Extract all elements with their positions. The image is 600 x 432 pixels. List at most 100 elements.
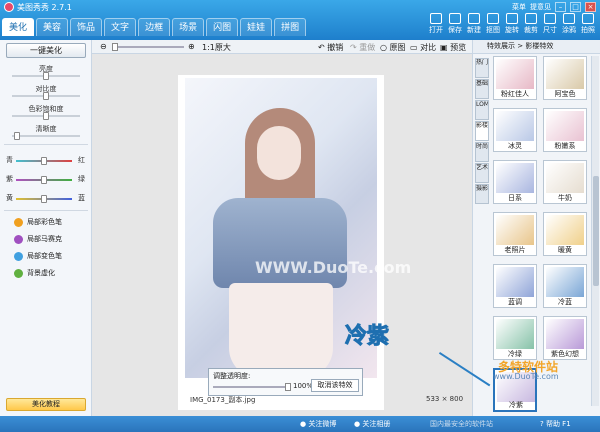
tab-5[interactable]: 场景 <box>172 18 205 36</box>
local-mosaic-button[interactable]: 局部马赛克 <box>14 234 62 244</box>
top-toolbar: 打开 保存 新建 抠图 旋转 裁剪 尺寸 涂鸦 拍照 <box>428 13 596 35</box>
scrollbar-thumb[interactable] <box>593 176 599 286</box>
effect-label: 老照片 <box>504 246 526 254</box>
effect-thumb-3[interactable]: 粉嫩系 <box>543 108 587 152</box>
toolbar-cutout-button[interactable]: 抠图 <box>485 13 501 35</box>
sharpness-slider[interactable] <box>12 132 80 140</box>
effect-thumb-5[interactable]: 牛奶 <box>543 160 587 204</box>
weibo-link[interactable]: ● 关注微博 <box>300 419 336 429</box>
crop-icon <box>525 13 537 24</box>
effect-preview <box>546 215 584 245</box>
effect-thumb-9[interactable]: 冷蓝 <box>543 264 587 308</box>
divider <box>4 210 88 211</box>
brush-label: 局部变色笔 <box>27 252 62 260</box>
cancel-effect-button[interactable]: 取消该特效 <box>311 379 359 392</box>
tab-3[interactable]: 文字 <box>104 18 137 36</box>
toolbar-camera-button[interactable]: 拍照 <box>580 13 596 35</box>
effects-scrollbar[interactable] <box>591 56 599 406</box>
maximize-icon[interactable]: □ <box>570 2 581 12</box>
opacity-label: 调整透明度: <box>213 372 251 380</box>
title-bar: 美图秀秀 2.7.1 菜单 提意见 – □ × 美化 美容 饰品 文字 边框 场景 闪图 娃娃… <box>0 0 600 40</box>
effect-thumb-10[interactable]: 冷绿 <box>493 316 537 360</box>
doodle-icon <box>563 13 575 24</box>
slider-knob[interactable] <box>285 383 291 391</box>
album-link[interactable]: ● 关注相册 <box>354 419 390 429</box>
opacity-value: 100% <box>293 382 314 390</box>
local-color-brush-button[interactable]: 局部彩色笔 <box>14 217 62 227</box>
slider-knob[interactable] <box>41 195 47 203</box>
slider-knob[interactable] <box>14 132 20 140</box>
feedback-link[interactable]: 提意见 <box>530 2 551 12</box>
slider-knob[interactable] <box>43 92 49 100</box>
close-icon[interactable]: × <box>585 2 596 12</box>
toolbar-label: 拍照 <box>581 26 595 34</box>
slider-knob[interactable] <box>43 72 49 80</box>
effect-thumb-6[interactable]: 老照片 <box>493 212 537 256</box>
saturation-slider[interactable] <box>12 112 80 120</box>
compare-button[interactable]: ▭ 对比 <box>410 42 436 53</box>
tab-7[interactable]: 娃娃 <box>240 18 273 36</box>
original-button[interactable]: ○ 原图 <box>380 42 406 53</box>
effect-tab-6[interactable]: 摄影 <box>475 184 489 204</box>
local-recolor-brush-button[interactable]: 局部变色笔 <box>14 251 62 261</box>
slider-knob[interactable] <box>41 157 47 165</box>
help-label: 帮助 F1 <box>545 420 571 428</box>
tab-0[interactable]: 美化 <box>2 18 35 36</box>
tab-6[interactable]: 闪图 <box>206 18 239 36</box>
slider-knob[interactable] <box>112 43 118 51</box>
cyan-red-slider[interactable] <box>16 157 72 165</box>
beautify-tutorial-button[interactable]: 美化教程 <box>6 398 86 411</box>
yellow-blue-slider[interactable] <box>16 195 72 203</box>
toolbar-label: 抠图 <box>486 26 500 34</box>
effect-tab-3[interactable]: 影楼 <box>475 121 489 141</box>
tab-1[interactable]: 美容 <box>36 18 69 36</box>
redo-label: 重做 <box>359 43 376 52</box>
slider-knob[interactable] <box>41 176 47 184</box>
redo-button[interactable]: ↷ 重做 <box>350 42 375 53</box>
effect-tab-4[interactable]: 时尚 <box>475 142 489 162</box>
effect-tab-0[interactable]: 热门 <box>475 58 489 78</box>
tab-4[interactable]: 边框 <box>138 18 171 36</box>
purple-green-slider[interactable] <box>16 176 72 184</box>
window-controls: 菜单 提意见 – □ × <box>512 2 596 12</box>
effect-label: 冷紫 <box>509 401 523 409</box>
toolbar-open-button[interactable]: 打开 <box>428 13 444 35</box>
effect-tab-5[interactable]: 艺术 <box>475 163 489 183</box>
effect-thumb-11[interactable]: 紫色幻想 <box>543 316 587 360</box>
undo-button[interactable]: ↶ 撤销 <box>318 42 343 53</box>
weibo-label: 关注微博 <box>308 420 337 428</box>
effect-thumb-4[interactable]: 日系 <box>493 160 537 204</box>
effect-thumb-1[interactable]: 阿宝色 <box>543 56 587 100</box>
effect-thumb-0[interactable]: 粉红佳人 <box>493 56 537 100</box>
effect-tab-1[interactable]: 基础 <box>475 79 489 99</box>
help-link[interactable]: ? 帮助 F1 <box>540 419 571 429</box>
menu-link[interactable]: 菜单 <box>512 2 526 12</box>
one-click-beautify-button[interactable]: 一键美化 <box>6 43 86 58</box>
tab-8[interactable]: 拼图 <box>274 18 307 36</box>
toolbar-size-button[interactable]: 尺寸 <box>542 13 558 35</box>
minimize-icon[interactable]: – <box>555 2 566 12</box>
effect-preview <box>546 267 584 297</box>
effect-thumb-8[interactable]: 蓝调 <box>493 264 537 308</box>
opacity-slider[interactable] <box>213 383 291 391</box>
effect-label: 暖黄 <box>558 246 572 254</box>
contrast-slider[interactable] <box>12 92 80 100</box>
brightness-slider[interactable] <box>12 72 80 80</box>
effect-thumb-2[interactable]: 冰灵 <box>493 108 537 152</box>
background-blur-button[interactable]: 背景虚化 <box>14 268 55 278</box>
canvas-toolbar: ⊖ ⊕ 1:1原大 ↶ 撤销 ↷ 重做 ○ 原图 ▭ 对比 ▣ 预览 <box>92 40 472 54</box>
toolbar-rotate-button[interactable]: 旋转 <box>504 13 520 35</box>
slider-knob[interactable] <box>43 112 49 120</box>
effect-thumb-7[interactable]: 暖黄 <box>543 212 587 256</box>
toolbar-doodle-button[interactable]: 涂鸦 <box>561 13 577 35</box>
toolbar-crop-button[interactable]: 裁剪 <box>523 13 539 35</box>
preview-button[interactable]: ▣ 预览 <box>440 42 466 53</box>
zoom-level[interactable]: 1:1原大 <box>202 42 231 53</box>
toolbar-save-button[interactable]: 保存 <box>447 13 463 35</box>
zoom-in-icon[interactable]: ⊕ <box>188 42 195 51</box>
tab-2[interactable]: 饰品 <box>70 18 103 36</box>
zoom-out-icon[interactable]: ⊖ <box>100 42 107 51</box>
effect-tab-2[interactable]: LOMO <box>475 100 489 120</box>
toolbar-new-button[interactable]: 新建 <box>466 13 482 35</box>
zoom-slider[interactable] <box>112 43 184 51</box>
